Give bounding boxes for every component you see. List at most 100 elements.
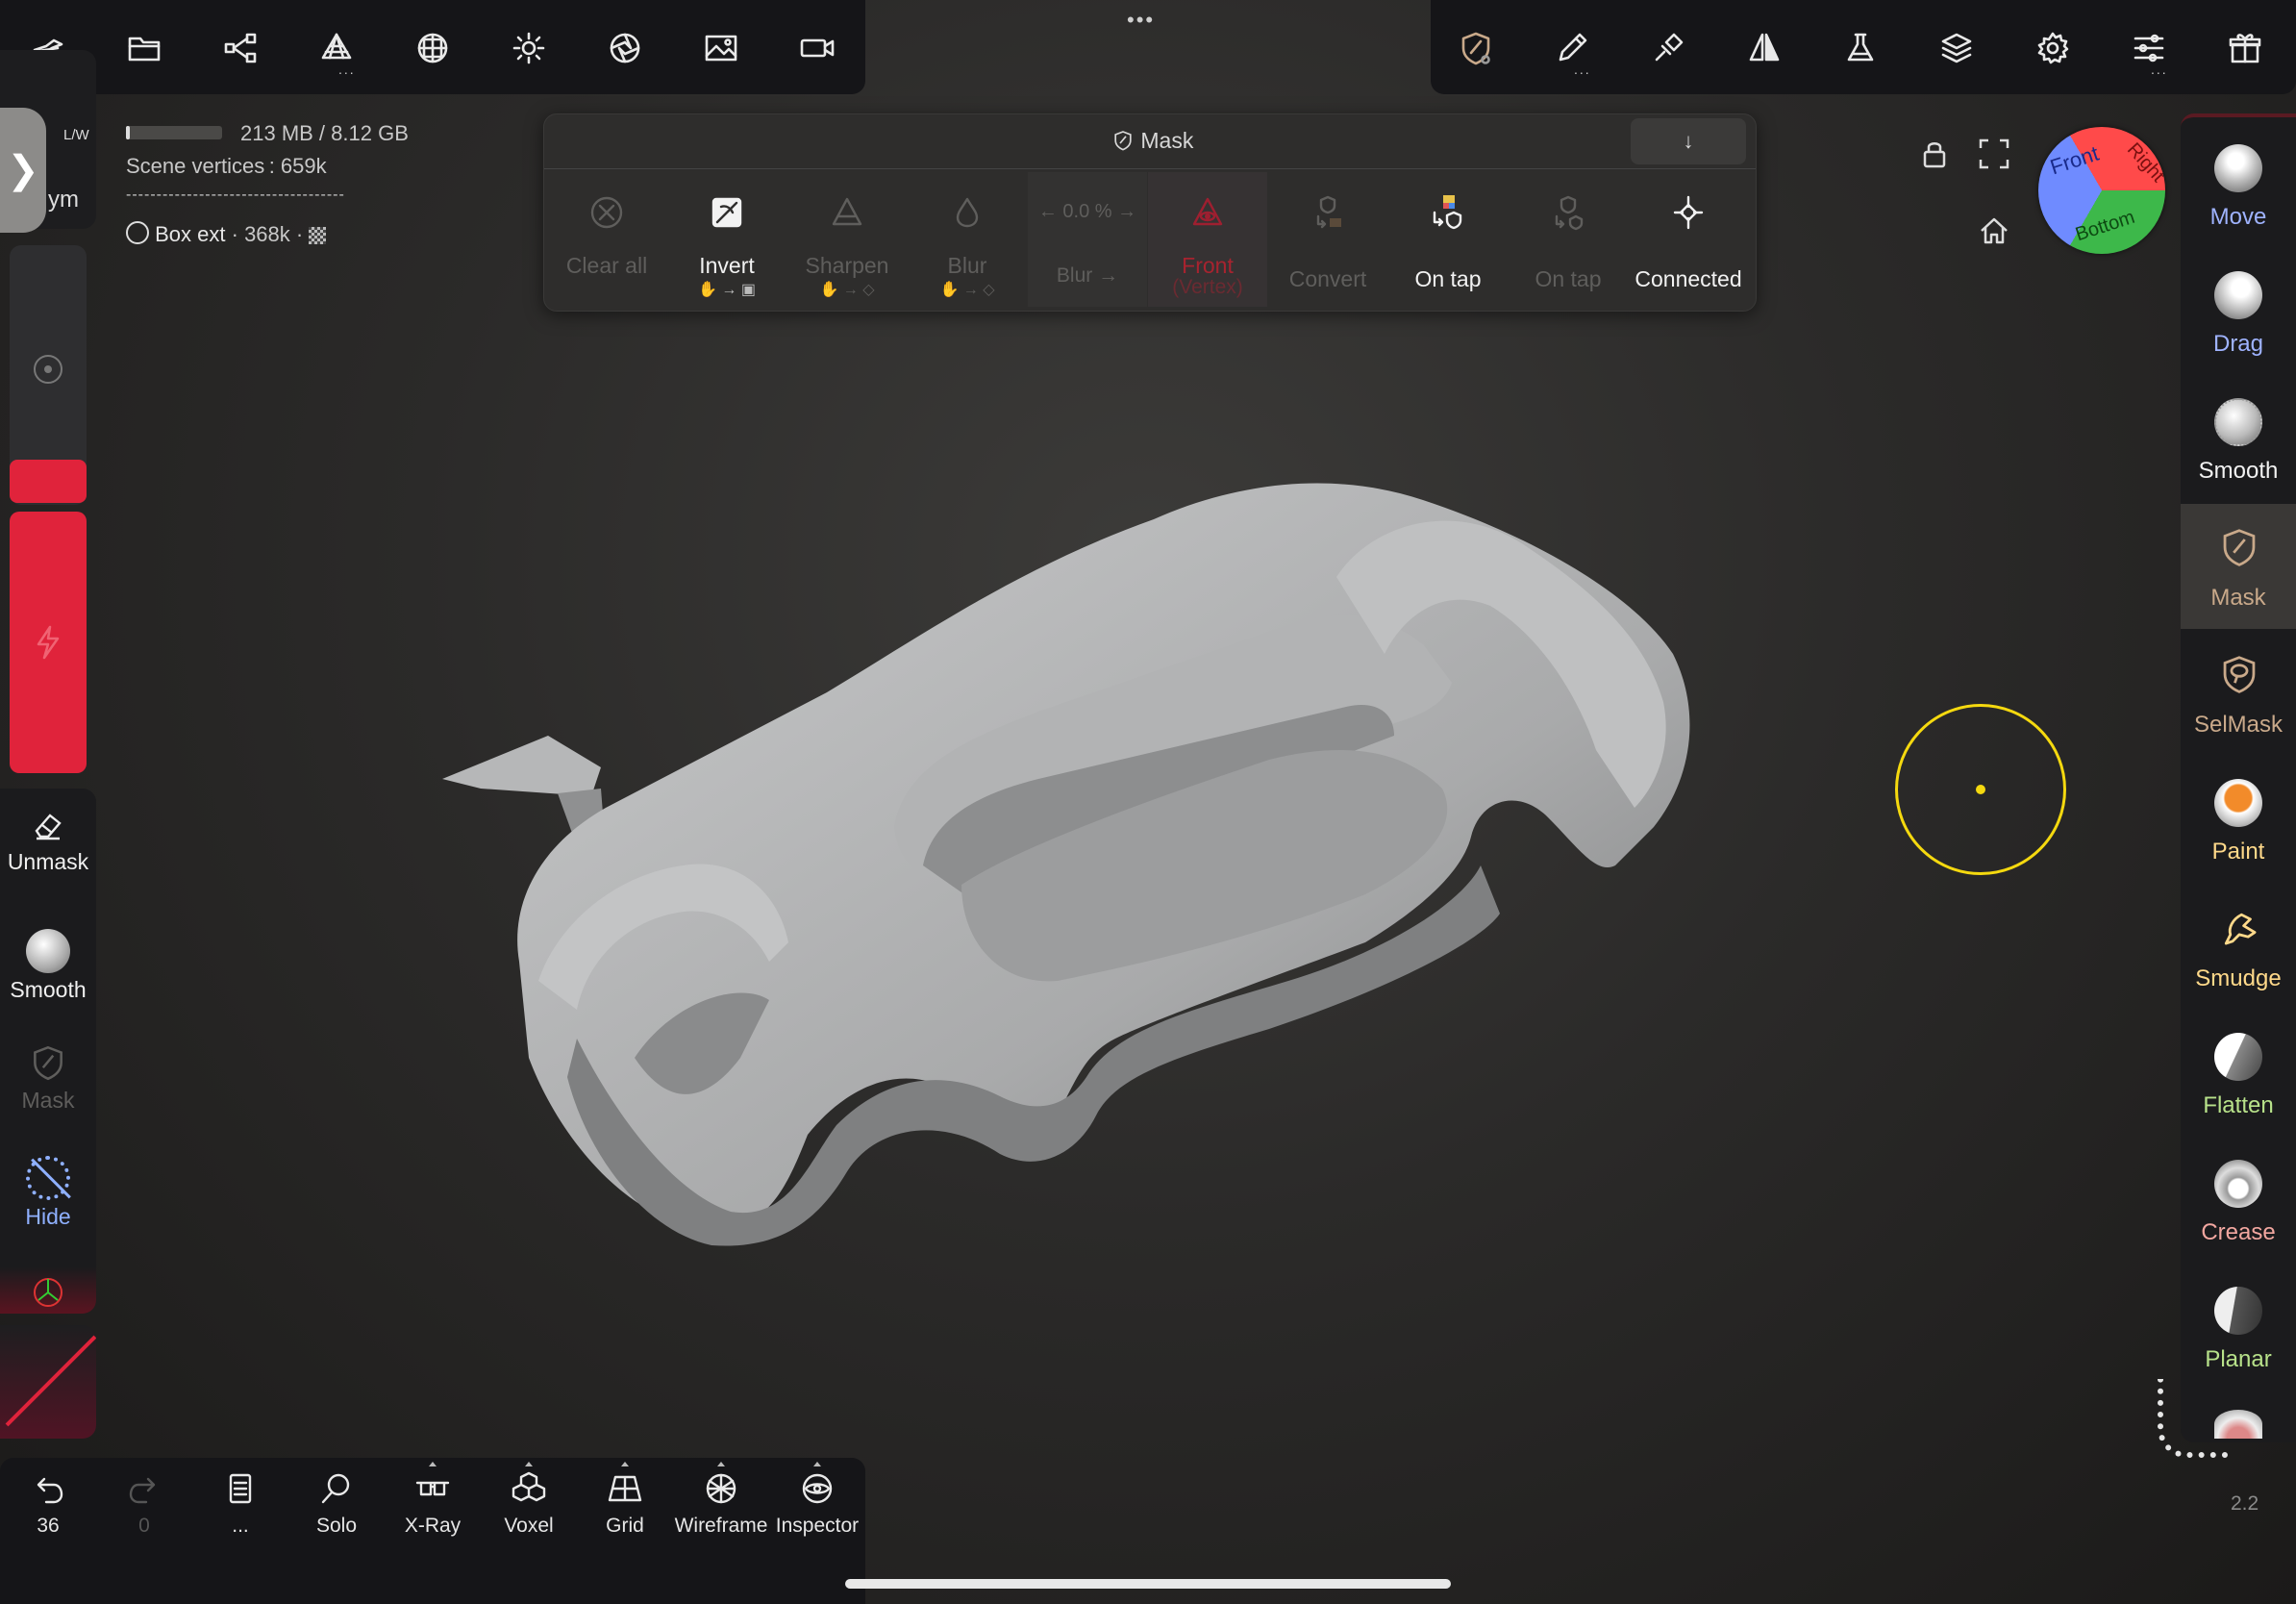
symmetry-icon[interactable] [1735, 19, 1793, 77]
car-body-mesh[interactable] [423, 462, 1808, 1279]
lock-icon[interactable] [1917, 137, 1952, 171]
hide-button[interactable]: Hide [0, 1156, 96, 1230]
clear-icon [590, 196, 623, 229]
undo-count: 36 [37, 1515, 60, 1537]
unmask-button[interactable]: Unmask [0, 806, 96, 875]
corner-label-top: L/W [63, 127, 89, 143]
sliders-icon[interactable]: ... [2120, 19, 2178, 77]
gift-icon[interactable] [2216, 19, 2274, 77]
view-cube[interactable]: Front Right Bottom [2038, 127, 2165, 254]
move-ball-icon [2214, 144, 2262, 192]
tool-selmask[interactable]: SelMask [2181, 633, 2296, 758]
sharpen-button[interactable]: Sharpen ✋ → ◇ [787, 172, 907, 307]
home-icon[interactable] [1977, 213, 2011, 248]
grid-icon [608, 1475, 642, 1502]
memory-bar [126, 126, 222, 139]
tool-smooth[interactable]: Smooth [2181, 379, 2296, 504]
intensity-slider[interactable] [10, 512, 87, 773]
brush-pen-icon[interactable]: ... [1543, 19, 1601, 77]
convert-button[interactable]: Convert [1268, 172, 1387, 307]
collapse-button[interactable]: ↓ [1631, 118, 1746, 164]
on-tap-disabled-button[interactable]: On tap [1509, 172, 1628, 307]
redo-count: 0 [138, 1515, 150, 1537]
mask-title: Mask [1111, 128, 1193, 154]
invert-icon [711, 197, 742, 228]
front-label: Front [1182, 253, 1234, 278]
tool-paint[interactable]: Paint [2181, 760, 2296, 885]
folder-icon[interactable] [115, 19, 173, 77]
camera-aperture-icon[interactable] [596, 19, 654, 77]
left-mask-button[interactable]: Mask [0, 1042, 96, 1114]
image-icon[interactable] [692, 19, 750, 77]
object-name: Box ext [155, 222, 226, 246]
convert-icon [1316, 195, 1341, 229]
light-icon[interactable] [500, 19, 558, 77]
xray-button[interactable]: X-Ray [385, 1462, 481, 1538]
convert-label: Convert [1288, 266, 1367, 291]
scene-graph-icon[interactable] [212, 19, 269, 77]
gizmo-button[interactable] [0, 1267, 96, 1314]
solo-button[interactable]: Solo [288, 1469, 385, 1538]
color-swatch[interactable] [0, 1325, 96, 1439]
sharpen-gesture-hint: ✋ → ◇ [819, 282, 875, 298]
undo-button[interactable]: 36 [0, 1469, 96, 1538]
crease-ball-icon [2214, 1160, 2262, 1208]
tool-smudge[interactable]: Smudge [2181, 887, 2296, 1012]
mask-title-text: Mask [1140, 128, 1194, 153]
tool-crease[interactable]: Crease [2181, 1140, 2296, 1266]
layers-icon[interactable] [1928, 19, 1985, 77]
blur-button[interactable]: Blur ✋ → ◇ [908, 172, 1027, 307]
material-sphere-icon[interactable] [404, 19, 462, 77]
radius-slider-fill[interactable] [10, 460, 87, 503]
tool-drag[interactable]: Drag [2181, 252, 2296, 377]
version-label: 2.2 [2231, 1492, 2259, 1515]
xray-label: X-Ray [404, 1515, 462, 1537]
left-mask-label: Mask [21, 1088, 75, 1113]
scene-vertices: Scene vertices : 659k [126, 154, 327, 178]
inspector-button[interactable]: Inspector [769, 1462, 865, 1538]
scroll-grip-icon[interactable] [2158, 1379, 2231, 1458]
left-smooth-button[interactable]: Smooth [0, 929, 96, 1003]
mask-title-icon [1114, 131, 1132, 151]
settings-gear-icon[interactable] [2024, 19, 2082, 77]
blur-amount[interactable]: ← 0.0 % → Blur → [1028, 172, 1147, 307]
tool-flatten[interactable]: Flatten [2181, 1014, 2296, 1139]
tool-move[interactable]: Move [2181, 125, 2296, 250]
home-indicator [845, 1579, 1451, 1589]
sidebar-toggle[interactable]: ❯ [0, 108, 46, 233]
topology-icon[interactable]: ... [308, 19, 365, 77]
xray-caret [429, 1462, 437, 1466]
stroke-icon[interactable] [1639, 19, 1697, 77]
redo-button[interactable]: 0 [96, 1469, 192, 1538]
connected-icon [1673, 195, 1704, 230]
tool-mask[interactable]: Mask [2181, 506, 2296, 631]
flatten-ball-icon [2214, 1033, 2262, 1081]
undo-icon [37, 1477, 63, 1504]
tool-move-label: Move [2209, 204, 2267, 230]
object-info[interactable]: Box ext · 368k · [126, 221, 327, 247]
menu-dots[interactable]: ••• [1127, 8, 1155, 33]
fullscreen-icon[interactable] [1977, 137, 2011, 171]
grid-button[interactable]: Grid [577, 1462, 673, 1538]
view-cube-bottom: Bottom [2072, 206, 2138, 246]
front-vertex-button[interactable]: Front (Vertex) [1148, 172, 1267, 307]
document-button[interactable]: ... [192, 1469, 288, 1538]
wireframe-button[interactable]: Wireframe [673, 1462, 769, 1538]
invert-button[interactable]: Invert ✋ → ▣ [667, 172, 786, 307]
voxel-button[interactable]: Voxel [481, 1462, 577, 1538]
on-tap-button[interactable]: On tap [1388, 172, 1508, 307]
voxel-caret [525, 1462, 533, 1466]
video-icon[interactable] [788, 19, 846, 77]
gizmo-icon [34, 1278, 62, 1307]
mask-panel: Mask ↓ Clear all Invert ✋ → ▣ Sharpen ✋ … [543, 113, 1757, 312]
flask-icon[interactable] [1832, 19, 1889, 77]
mask-tool-icon[interactable] [1447, 19, 1505, 77]
tool-drag-label: Drag [2212, 331, 2264, 357]
tool-planar[interactable]: Planar [2181, 1267, 2296, 1392]
blur-amount-value: ← 0.0 % → [1037, 201, 1137, 222]
checker-icon [309, 227, 327, 244]
clear-all-button[interactable]: Clear all [547, 172, 666, 307]
paint-ball-icon [2214, 779, 2262, 827]
tool-smooth-label: Smooth [2198, 458, 2279, 484]
connected-button[interactable]: Connected [1629, 172, 1748, 307]
